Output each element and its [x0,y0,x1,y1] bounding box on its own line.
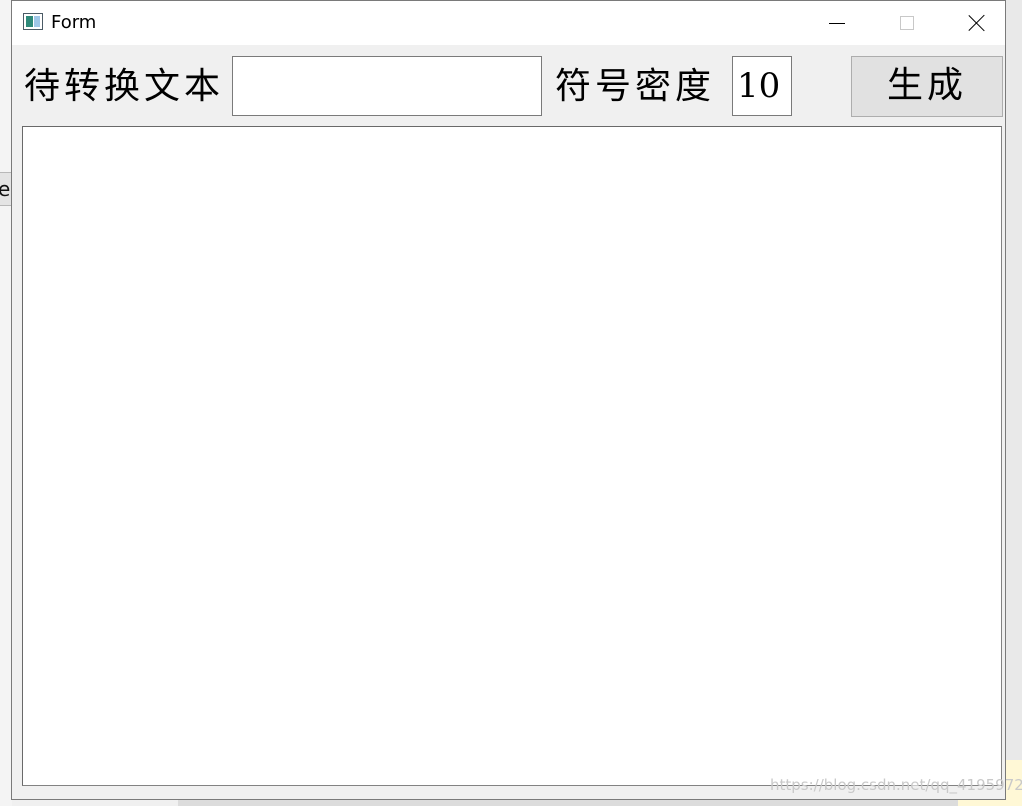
output-area[interactable] [22,126,1002,786]
desktop-right-strip [1006,0,1022,806]
close-icon [968,14,986,32]
density-label: 符号密度 [555,66,716,107]
form-window: Form 待转换文本 符号密度 生成 [11,0,1006,800]
watermark: https://blog.csdn.net/qq_41959720 [770,776,1022,794]
window-title: Form [51,12,97,33]
density-input[interactable] [732,56,792,116]
close-button[interactable] [942,1,1012,45]
minimize-button[interactable] [802,1,872,45]
app-icon [23,13,43,30]
generate-button[interactable]: 生成 [851,56,1003,117]
text-input[interactable] [232,56,542,116]
maximize-icon [900,16,914,30]
minimize-icon [829,22,845,24]
title-bar[interactable]: Form [12,1,1005,45]
text-label: 待转换文本 [24,66,225,107]
maximize-button[interactable] [872,1,942,45]
